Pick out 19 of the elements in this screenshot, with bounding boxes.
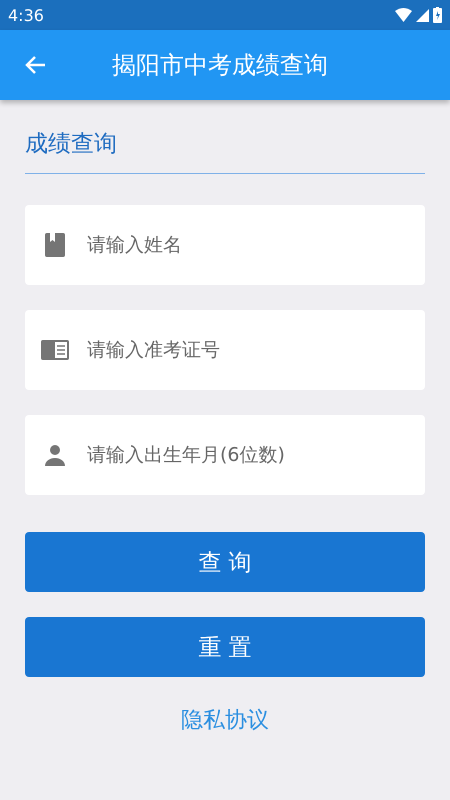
wifi-icon bbox=[395, 8, 412, 22]
back-arrow-icon bbox=[24, 55, 46, 75]
id-card-icon bbox=[41, 340, 69, 360]
input-field[interactable]: 请输入准考证号 bbox=[85, 329, 425, 371]
battery-icon bbox=[433, 7, 442, 23]
privacy-link[interactable]: 隐私协议 bbox=[181, 705, 269, 735]
reset-button[interactable]: 重 置 bbox=[25, 617, 425, 677]
input-field[interactable]: 请输入姓名 bbox=[85, 224, 425, 266]
query-button[interactable]: 查 询 bbox=[25, 532, 425, 592]
input-field[interactable]: 请输入姓名 bbox=[25, 205, 425, 285]
input-field[interactable]: 请输入出生年月(6位数) bbox=[85, 434, 425, 476]
input-field[interactable]: 请输入准考证号 bbox=[25, 310, 425, 390]
person-icon bbox=[44, 444, 66, 466]
status-time: 4:36 bbox=[8, 6, 44, 24]
app-title: 揭阳市中考成绩查询 bbox=[112, 50, 328, 81]
section-title: 成绩查询 bbox=[25, 131, 117, 157]
signal-icon bbox=[416, 8, 429, 22]
input-field[interactable]: 请输入出生年月(6位数) bbox=[25, 415, 425, 495]
book-icon bbox=[45, 233, 65, 257]
